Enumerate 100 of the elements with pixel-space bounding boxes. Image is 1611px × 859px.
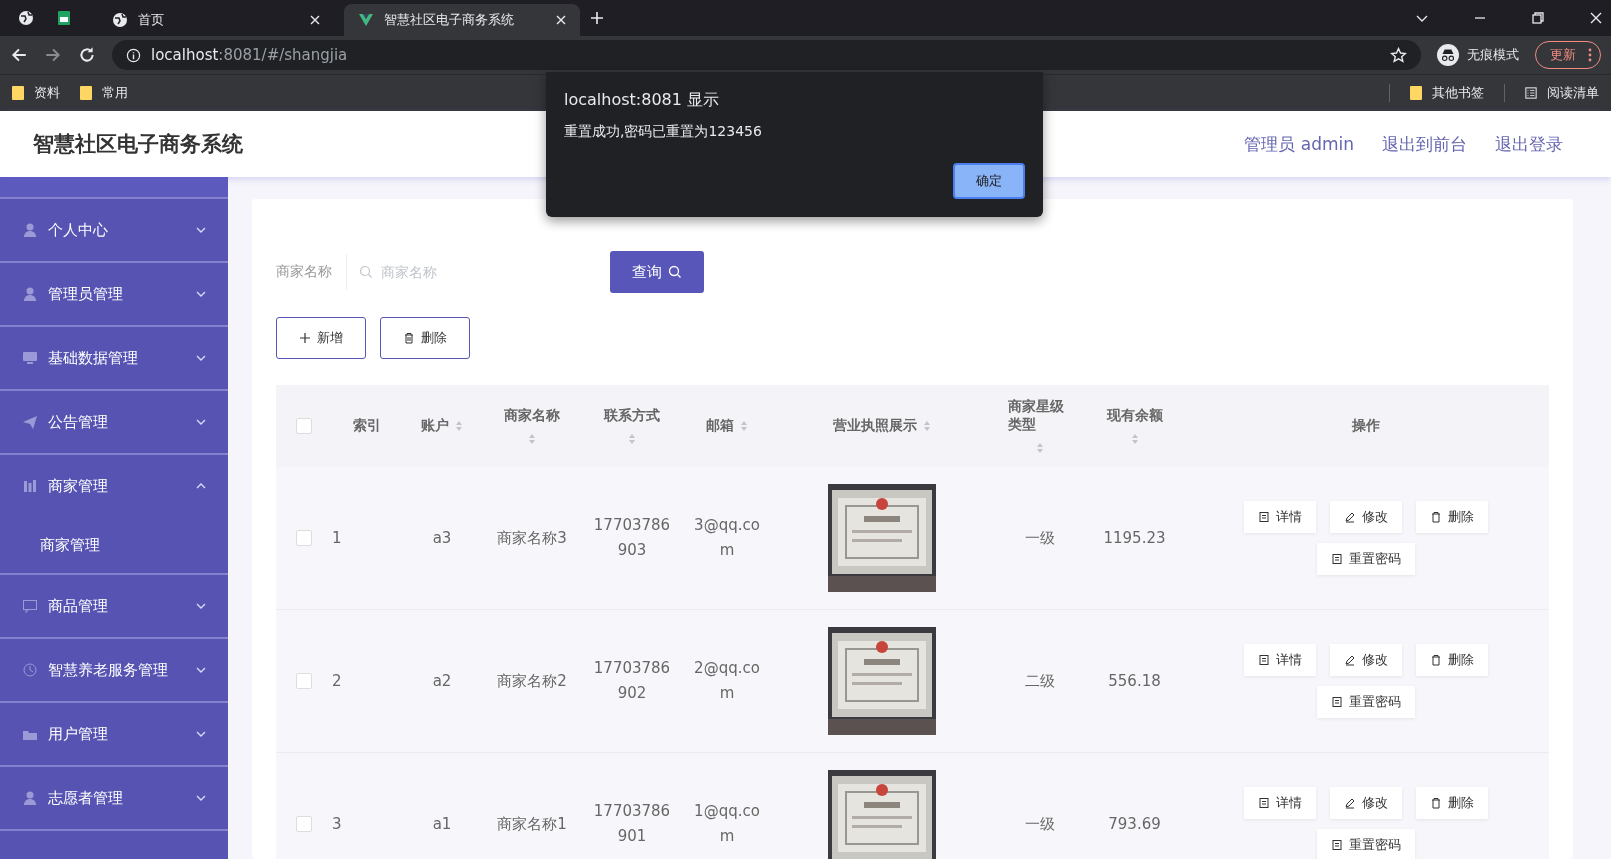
trash-icon <box>1429 797 1442 809</box>
delete-button[interactable]: 删除 <box>1415 644 1488 676</box>
sidebar-item[interactable]: 基础数据管理 <box>0 327 228 389</box>
close-icon[interactable] <box>310 15 320 25</box>
bookmark-folder[interactable]: 其他书签 <box>1410 84 1484 102</box>
table-cell-text: 商家名称1 <box>497 813 567 835</box>
column-header: 邮箱 <box>706 417 734 435</box>
person-icon <box>22 286 38 302</box>
v-logo-icon <box>358 12 374 28</box>
sidebar-item[interactable]: 商家管理 <box>0 455 228 517</box>
paper-plane-icon <box>22 414 38 430</box>
chevron-up-icon <box>196 483 206 489</box>
sidebar-item[interactable]: 商品管理 <box>0 575 228 637</box>
sidebar-item[interactable]: 公告管理 <box>0 391 228 453</box>
url-text: localhost:8081/#/shangjia <box>151 46 348 64</box>
header-link[interactable]: 退出登录 <box>1495 132 1563 156</box>
pencil-icon <box>1343 654 1356 666</box>
sidebar-item[interactable]: 管理员管理 <box>0 263 228 325</box>
monitor-icon <box>22 350 38 366</box>
restore-icon[interactable] <box>1531 11 1545 25</box>
details-button[interactable]: 详情 <box>1243 787 1316 819</box>
reload-icon[interactable] <box>78 46 96 64</box>
column-header: 商家星级类型 <box>1007 398 1065 434</box>
table-cell-text: 17703786902 <box>592 658 672 704</box>
delete-button[interactable]: 删除 <box>1415 787 1488 819</box>
chevron-down-icon <box>196 731 206 737</box>
star-icon[interactable] <box>1390 46 1407 64</box>
chevron-down-icon <box>196 227 206 233</box>
table-cell-text: 793.69 <box>1108 813 1161 835</box>
sidebar-item[interactable]: 个人中心 <box>0 199 228 261</box>
globe-icon <box>112 12 128 28</box>
header-link[interactable]: 管理员 admin <box>1244 132 1354 156</box>
checkbox[interactable] <box>296 530 312 546</box>
forward-arrow-icon[interactable] <box>44 46 62 64</box>
column-header: 商家名称 <box>504 407 560 425</box>
chevron-down-icon <box>196 795 206 801</box>
chevron-down-icon <box>196 291 206 297</box>
table-cell-text: 3@qq.com <box>694 515 760 561</box>
close-icon[interactable] <box>556 15 566 25</box>
header-link[interactable]: 退出到前台 <box>1382 132 1467 156</box>
folder-icon <box>80 86 92 100</box>
folder-icon <box>1410 86 1422 100</box>
app-title: 智慧社区电子商务系统 <box>33 131 243 158</box>
spreadsheet-icon[interactable] <box>56 10 72 26</box>
query-button[interactable]: 查询 <box>610 251 704 293</box>
document-icon <box>1257 511 1270 523</box>
document-icon <box>1330 696 1343 708</box>
reset-password-button[interactable]: 重置密码 <box>1316 829 1415 859</box>
checkbox[interactable] <box>296 673 312 689</box>
table-cell-text: 一级 <box>1024 527 1055 549</box>
pencil-icon <box>1343 511 1356 523</box>
bookmark-folder[interactable]: 常用 <box>80 84 128 102</box>
back-arrow-icon[interactable] <box>10 46 28 64</box>
details-button[interactable]: 详情 <box>1243 501 1316 533</box>
globe-icon[interactable] <box>18 10 34 26</box>
column-header: 索引 <box>353 417 381 435</box>
sidebar-item[interactable]: 志愿者管理 <box>0 767 228 829</box>
more-icon <box>1588 48 1592 62</box>
browser-tab[interactable]: 智慧社区电子商务系统 <box>344 4 580 36</box>
address-bar[interactable]: localhost:8081/#/shangjia <box>112 40 1421 70</box>
bar-chart-icon <box>22 478 38 494</box>
tab-title: 智慧社区电子商务系统 <box>384 11 515 29</box>
chevron-down-icon <box>196 603 206 609</box>
dialog-message: 重置成功,密码已重置为123456 <box>564 123 763 141</box>
checkbox[interactable] <box>296 418 312 434</box>
delete-button[interactable]: 删除 <box>380 317 470 359</box>
sidebar-item[interactable]: 用户管理 <box>0 703 228 765</box>
edit-button[interactable]: 修改 <box>1329 787 1402 819</box>
chevron-down-icon <box>196 667 206 673</box>
details-button[interactable]: 详情 <box>1243 644 1316 676</box>
table-cell-text: a2 <box>432 670 452 692</box>
reading-list-button[interactable]: 阅读清单 <box>1525 84 1599 102</box>
checkbox[interactable] <box>296 816 312 832</box>
reset-password-button[interactable]: 重置密码 <box>1316 543 1415 575</box>
close-icon[interactable] <box>1589 11 1603 25</box>
person-icon <box>22 790 38 806</box>
column-header: 联系方式 <box>604 407 660 425</box>
incognito-badge[interactable]: 无痕模式 <box>1437 44 1519 66</box>
new-tab-icon[interactable] <box>590 11 604 25</box>
reset-password-button[interactable]: 重置密码 <box>1316 686 1415 718</box>
column-header: 账户 <box>421 417 449 435</box>
table-cell-text: 2 <box>332 670 342 692</box>
incognito-icon <box>1437 44 1459 66</box>
column-header: 营业执照展示 <box>833 417 917 435</box>
edit-button[interactable]: 修改 <box>1329 501 1402 533</box>
clock-icon <box>22 662 38 678</box>
info-icon <box>126 47 141 63</box>
ok-button[interactable]: 确定 <box>953 163 1025 199</box>
edit-button[interactable]: 修改 <box>1329 644 1402 676</box>
chevron-down-icon <box>196 355 206 361</box>
table-cell-text: 17703786903 <box>592 515 672 561</box>
delete-button[interactable]: 删除 <box>1415 501 1488 533</box>
field-label: 商家名称 <box>276 263 332 281</box>
bookmark-folder[interactable]: 资料 <box>12 84 60 102</box>
table-cell-text: 1195.23 <box>1103 527 1166 549</box>
browser-tab[interactable]: 首页 <box>98 4 334 36</box>
sidebar-subitem[interactable]: 商家管理 <box>0 517 228 573</box>
sidebar-item[interactable]: 智慧养老服务管理 <box>0 639 228 701</box>
add-button[interactable]: 新增 <box>276 317 366 359</box>
trash-icon <box>1429 654 1442 666</box>
